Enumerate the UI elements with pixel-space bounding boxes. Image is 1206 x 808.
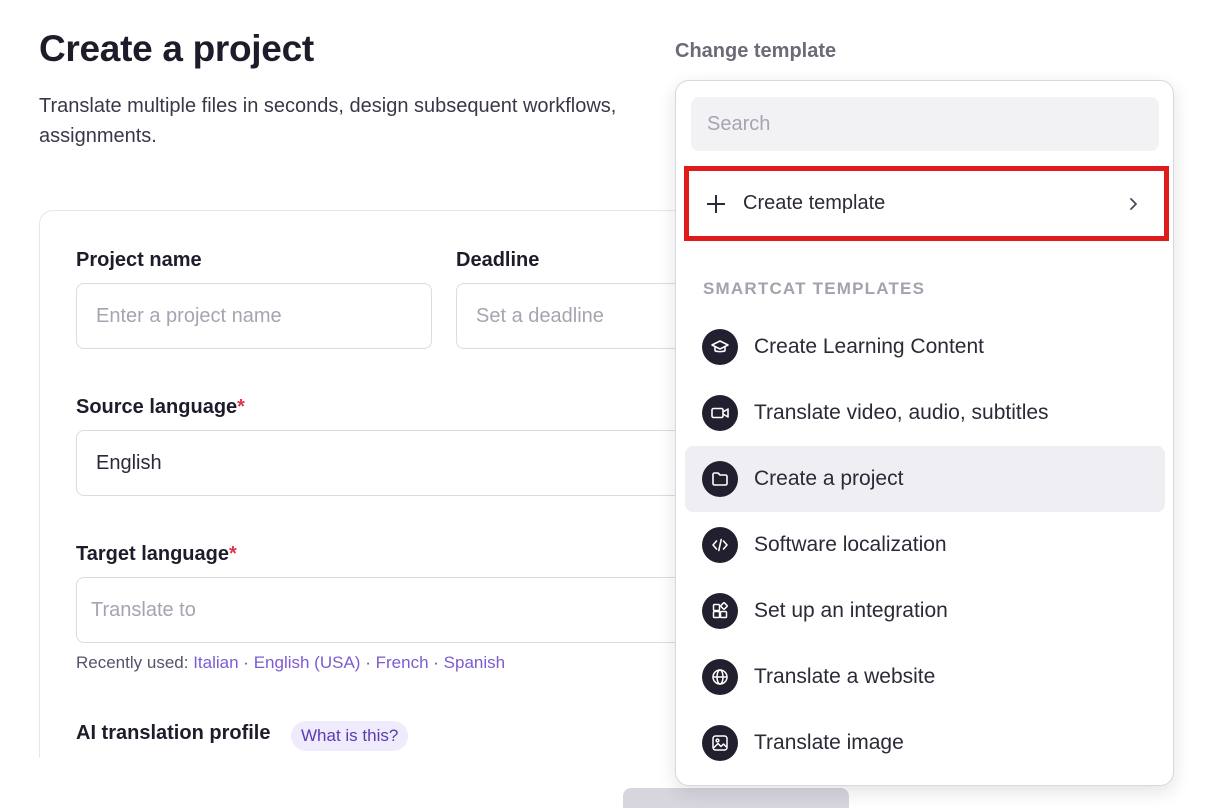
ai-translation-profile-label: AI translation profile [76, 722, 271, 744]
template-item-label: Translate a website [754, 665, 936, 688]
project-name-placeholder: Enter a project name [96, 304, 282, 327]
separator-dot: · [243, 653, 249, 672]
required-mark: * [237, 396, 245, 418]
recently-used-label: Recently used: [76, 653, 189, 672]
template-item-set-up-integration[interactable]: Set up an integration [685, 578, 1165, 644]
page-title: Create a project [39, 28, 314, 69]
template-dropdown: Create template SMARTCAT TEMPLATES Creat… [675, 80, 1174, 786]
video-camera-icon [702, 395, 738, 431]
template-item-label: Create a project [754, 467, 904, 490]
create-template-button[interactable]: Create template [684, 166, 1169, 241]
template-item-software-localization[interactable]: Software localization [685, 512, 1165, 578]
template-item-create-project[interactable]: Create a project [685, 446, 1165, 512]
what-is-this-link[interactable]: What is this? [291, 721, 409, 751]
deadline-placeholder: Set a deadline [476, 304, 604, 327]
template-item-translate-website[interactable]: Translate a website [685, 644, 1165, 710]
create-template-label: Create template [743, 192, 886, 214]
separator-dot: · [433, 653, 439, 672]
template-item-create-learning-content[interactable]: Create Learning Content [685, 314, 1165, 380]
required-mark: * [229, 543, 237, 565]
template-search-input[interactable] [691, 97, 1159, 151]
template-item-translate-image[interactable]: Translate image [685, 710, 1165, 776]
recent-language-link[interactable]: Italian [193, 653, 238, 672]
integration-blocks-icon [702, 593, 738, 629]
template-item-label: Software localization [754, 533, 947, 556]
source-language-value: English [96, 451, 162, 474]
project-name-input[interactable]: Enter a project name [76, 283, 432, 349]
source-language-label-text: Source language [76, 396, 238, 418]
globe-icon [702, 659, 738, 695]
chevron-right-icon [1120, 190, 1148, 218]
target-language-label-text: Target language [76, 543, 229, 565]
template-item-label: Translate video, audio, subtitles [754, 401, 1049, 424]
smartcat-templates-heading: SMARTCAT TEMPLATES [703, 279, 926, 298]
target-language-label: Target language* [76, 543, 237, 566]
target-language-placeholder: Translate to [91, 598, 196, 621]
recently-used-languages: Recently used: Italian · English (USA) ·… [76, 653, 505, 673]
recent-language-link[interactable]: French [376, 653, 429, 672]
folder-icon [702, 461, 738, 497]
plus-icon [705, 193, 727, 215]
source-language-select[interactable]: English [76, 430, 756, 496]
image-icon [702, 725, 738, 761]
recent-language-link[interactable]: English (USA) [254, 653, 361, 672]
target-language-input[interactable]: Translate to [76, 577, 756, 643]
deadline-label: Deadline [456, 249, 540, 271]
source-language-label: Source language* [76, 396, 245, 419]
project-name-label: Project name [76, 249, 202, 271]
template-item-translate-video[interactable]: Translate video, audio, subtitles [685, 380, 1165, 446]
template-item-label: Set up an integration [754, 599, 948, 622]
graduation-cap-icon [702, 329, 738, 365]
separator-dot: · [365, 653, 371, 672]
create-project-button[interactable] [623, 788, 849, 808]
template-item-label: Translate image [754, 731, 904, 754]
page-subtitle: Translate multiple files in seconds, des… [39, 95, 617, 147]
recent-language-link[interactable]: Spanish [444, 653, 505, 672]
template-item-label: Create Learning Content [754, 335, 984, 358]
change-template-heading[interactable]: Change template [675, 40, 836, 63]
code-icon [702, 527, 738, 563]
